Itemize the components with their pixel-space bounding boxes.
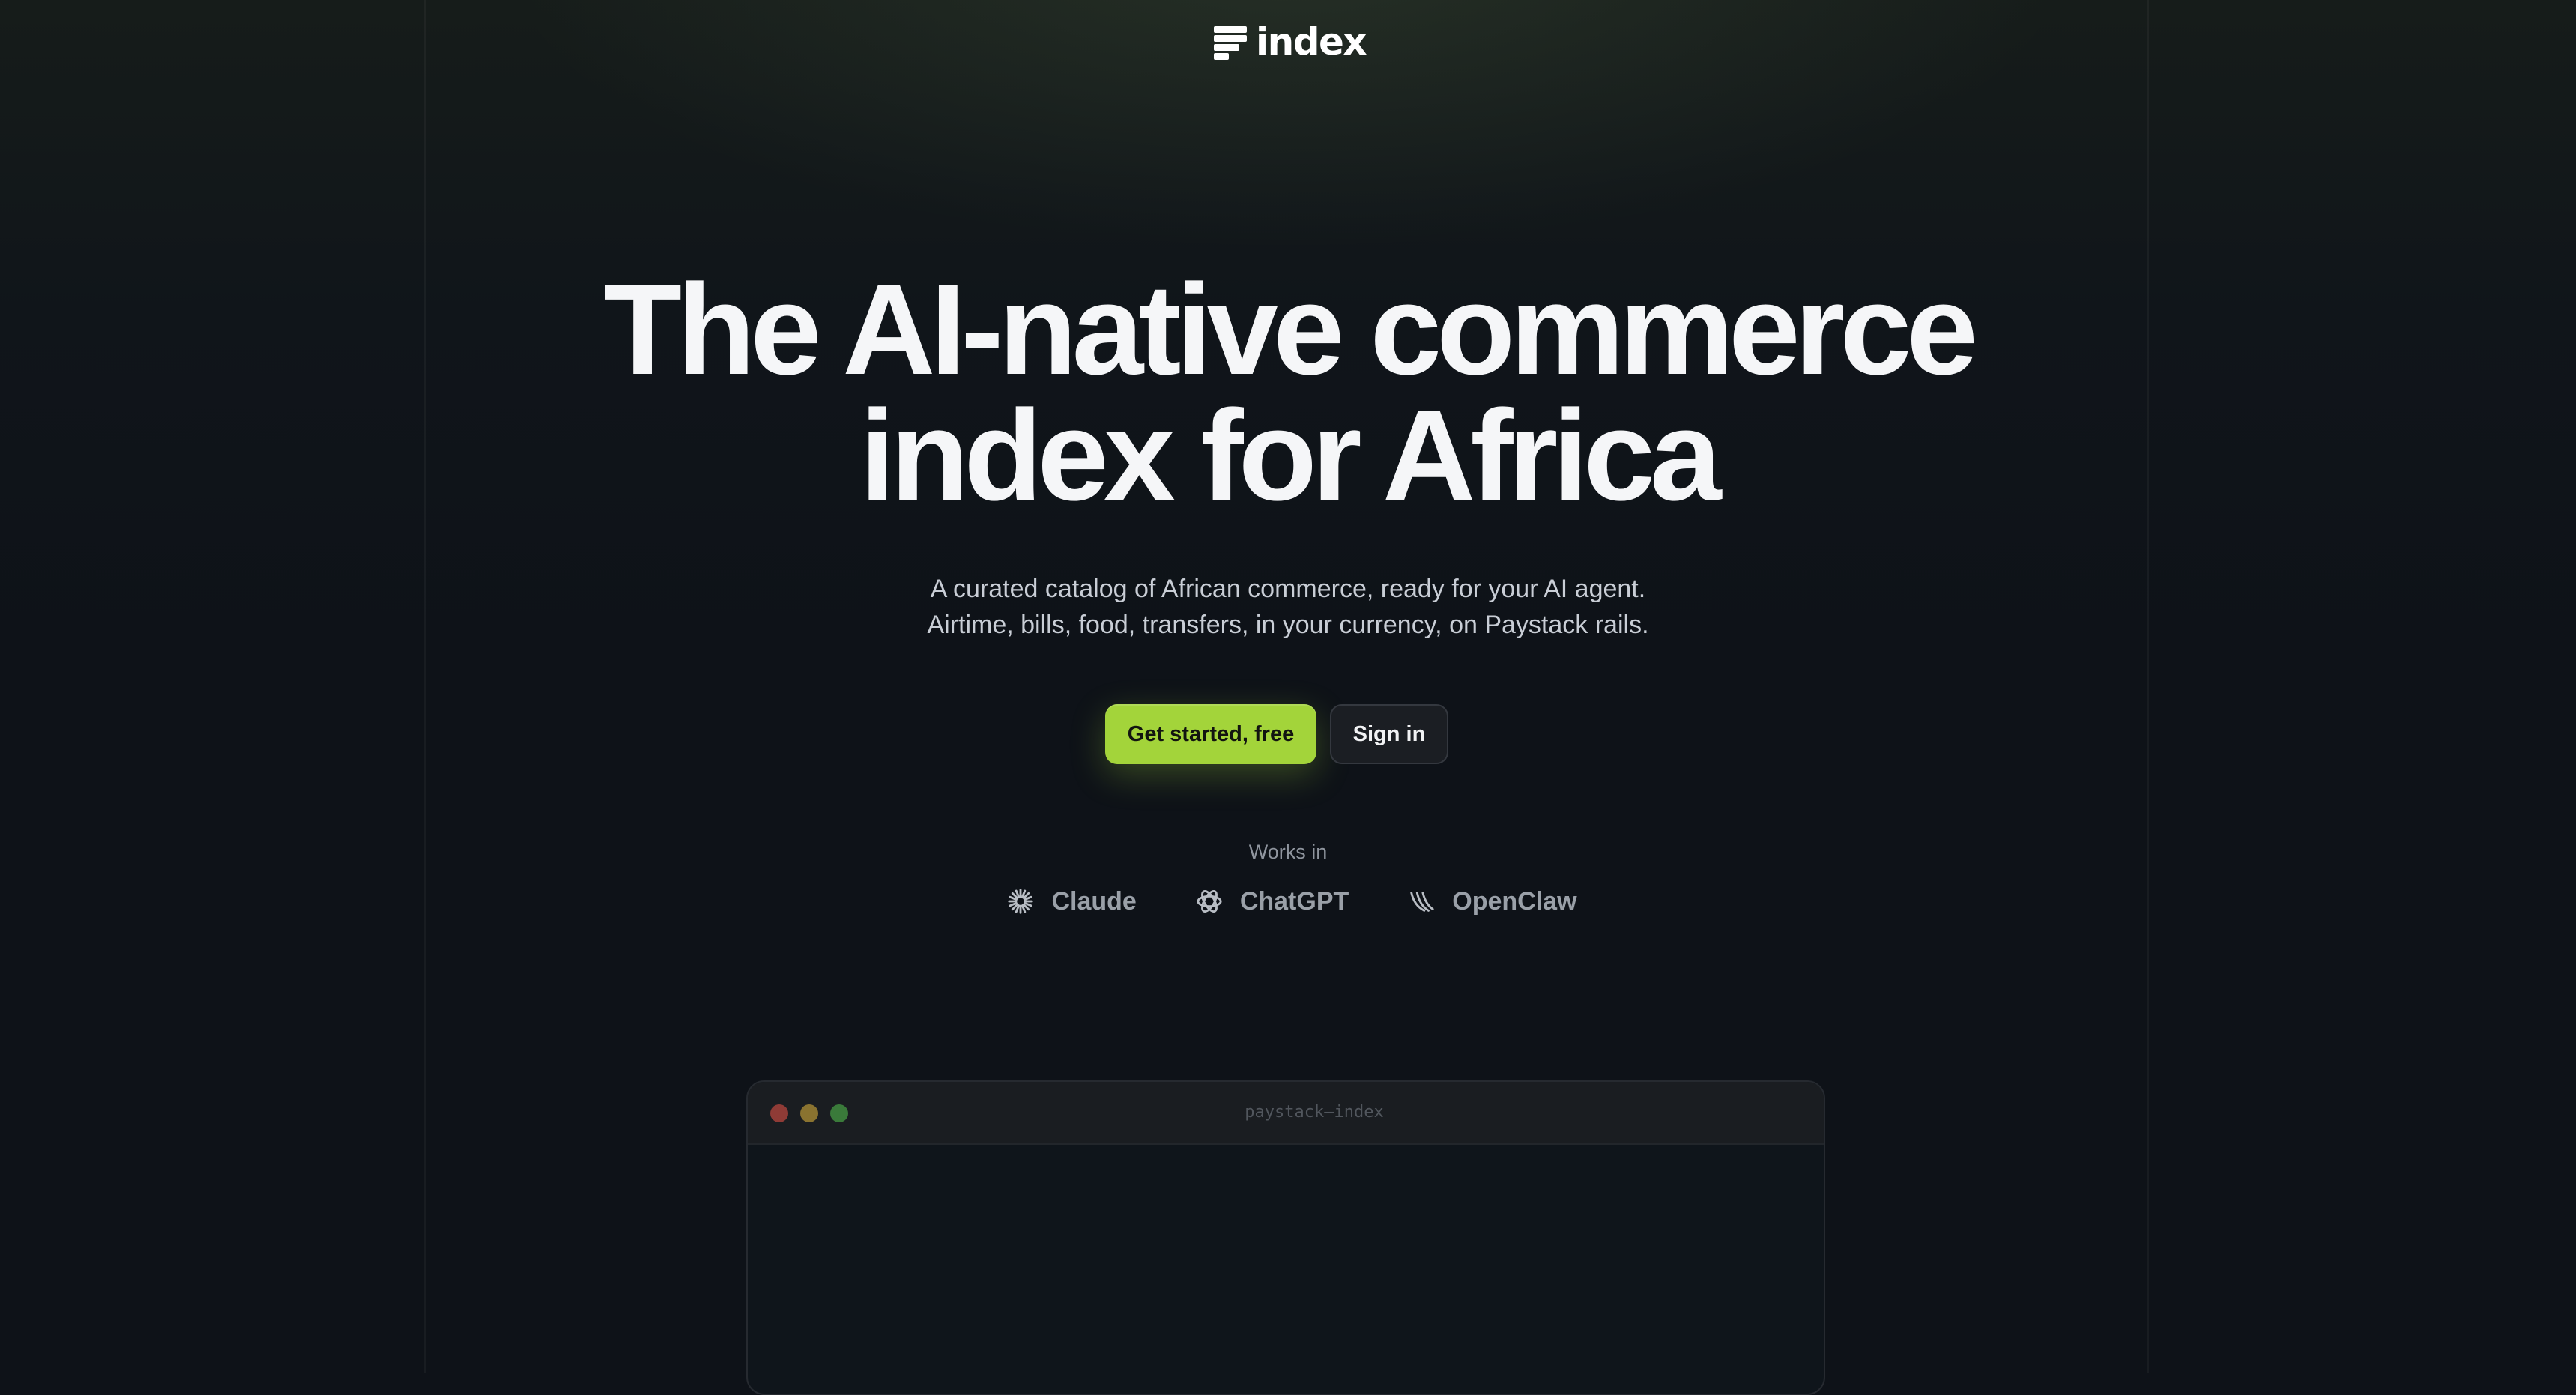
integration-name: OpenClaw <box>1452 887 1577 916</box>
terminal-title-bar: paystack—index <box>748 1082 1824 1145</box>
left-guide-line <box>424 0 426 1373</box>
cta-row: Get started, free Sign in <box>0 704 2576 764</box>
right-guide-line <box>2147 0 2149 1373</box>
hero-subtitle-line-1: A curated catalog of African commerce, r… <box>930 575 1646 603</box>
works-in-label: Works in <box>1248 841 1328 863</box>
hero-subtitle: A curated catalog of African commerce, r… <box>801 571 1775 643</box>
integration-name: Claude <box>1051 887 1137 916</box>
hero-subtitle-line-2: Airtime, bills, food, transfers, in your… <box>927 611 1649 639</box>
integration-chatgpt: ChatGPT <box>1195 884 1349 919</box>
get-started-button[interactable]: Get started, free <box>1105 704 1316 764</box>
terminal-window: paystack—index <box>746 1080 1825 1395</box>
integrations-list: Claude ChatGPT OpenClaw <box>0 884 2576 919</box>
header-logo[interactable]: index <box>1214 20 1367 64</box>
hero-title: The AI-native commerce index for Africa <box>426 258 2150 527</box>
sign-in-button[interactable]: Sign in <box>1330 704 1448 764</box>
integration-claude: Claude <box>1006 884 1137 919</box>
chatgpt-icon <box>1197 889 1222 913</box>
integration-openclaw: OpenClaw <box>1407 884 1577 919</box>
integration-name: ChatGPT <box>1239 887 1349 916</box>
openclaw-icon <box>1410 892 1434 912</box>
claude-icon <box>1008 889 1034 914</box>
hero-title-line-1: The AI-native commerce <box>603 258 1978 402</box>
terminal-title: paystack—index <box>1245 1103 1384 1122</box>
index-logo-icon <box>1214 25 1247 60</box>
logo-text: index <box>1256 20 1367 64</box>
hero-title-line-2: index for Africa <box>859 384 1721 527</box>
